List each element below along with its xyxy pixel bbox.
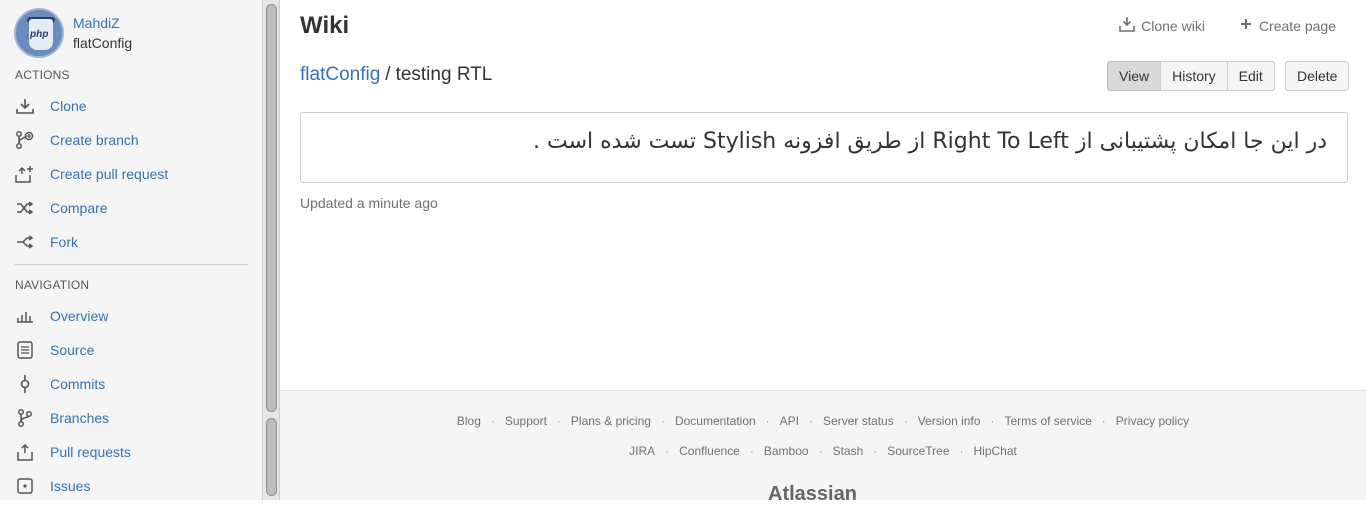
create-page-button[interactable]: Create page [1239, 16, 1336, 35]
footer-link-documentation[interactable]: Documentation [675, 414, 756, 428]
repo-avatar[interactable]: php [14, 8, 64, 58]
footer-link-support[interactable]: Support [505, 414, 547, 428]
action-compare[interactable]: Compare [14, 191, 168, 225]
page-title: Wiki [300, 12, 350, 39]
breadcrumb: flatConfig / testing RTL [300, 64, 492, 86]
nav-label: Commits [50, 376, 106, 392]
delete-button[interactable]: Delete [1285, 61, 1350, 91]
nav-label: Issues [50, 478, 91, 494]
footer-link-sourcetree[interactable]: SourceTree [887, 444, 949, 458]
action-clone[interactable]: Clone [14, 89, 168, 123]
breadcrumb-current: testing RTL [395, 64, 493, 85]
action-label: Clone [50, 98, 87, 114]
action-label: Fork [50, 234, 78, 250]
actions-title: ACTIONS [15, 68, 70, 82]
action-fork[interactable]: Fork [14, 225, 168, 259]
action-label: Create pull request [50, 166, 169, 182]
download-icon [14, 96, 36, 116]
edit-button[interactable]: Edit [1226, 61, 1275, 91]
nav-branches[interactable]: Branches [14, 401, 131, 435]
action-create-pull-request[interactable]: Create pull request [14, 157, 168, 191]
commits-icon [14, 374, 36, 394]
scrollbar-thumb-lower[interactable] [266, 418, 277, 496]
sidebar-divider [15, 264, 248, 265]
main-content: Wiki Clone wiki Create page flatConfig / t… [280, 0, 1366, 505]
footer-link-blog[interactable]: Blog [457, 414, 481, 428]
navigation-title: NAVIGATION [15, 278, 90, 292]
navigation-list: Overview Source Commits Branches Pull re… [14, 299, 131, 503]
sidebar-scrollbar[interactable] [262, 0, 280, 500]
footer-link-privacy[interactable]: Privacy policy [1116, 414, 1189, 428]
fork-icon [14, 232, 36, 252]
footer: Blog · Support · Plans & pricing · Document… [280, 390, 1366, 505]
footer-link-terms[interactable]: Terms of service [1004, 414, 1091, 428]
footer-link-confluence[interactable]: Confluence [679, 444, 740, 458]
action-label: Compare [50, 200, 108, 216]
footer-link-hipchat[interactable]: HipChat [974, 444, 1017, 458]
nav-label: Pull requests [50, 444, 131, 460]
clone-wiki-button[interactable]: Clone wiki [1119, 16, 1205, 35]
atlassian-logo[interactable]: Atlassian [768, 483, 857, 506]
create-pull-request-icon [14, 164, 36, 184]
source-icon [14, 340, 36, 360]
sidebar: php MahdiZ flatConfig ACTIONS Clone Crea… [0, 0, 262, 500]
issues-icon [14, 476, 36, 496]
actions-list: Clone Create branch Create pull request … [14, 89, 168, 259]
repo-header: php MahdiZ flatConfig [14, 8, 132, 58]
pull-requests-icon [14, 442, 36, 462]
footer-link-jira[interactable]: JIRA [629, 444, 655, 458]
wiki-content-box: در این جا امکان پشتیبانی از Right To Lef… [300, 112, 1348, 183]
footer-link-server-status[interactable]: Server status [823, 414, 894, 428]
footer-links-row2: JIRA · Confluence · Bamboo · Stash · SourceT… [629, 444, 1017, 458]
breadcrumb-repo-link[interactable]: flatConfig [300, 64, 380, 85]
scrollbar-thumb[interactable] [266, 4, 277, 412]
view-mode-group: View History Edit [1107, 61, 1275, 91]
create-branch-icon [14, 130, 36, 150]
footer-links-row1: Blog · Support · Plans & pricing · Document… [456, 414, 1190, 428]
nav-source[interactable]: Source [14, 333, 131, 367]
compare-icon [14, 198, 36, 218]
footer-link-version-info[interactable]: Version info [918, 414, 981, 428]
create-page-label: Create page [1258, 17, 1336, 34]
nav-issues[interactable]: Issues [14, 469, 131, 503]
nav-label: Branches [50, 410, 110, 426]
nav-label: Source [50, 342, 95, 358]
breadcrumb-separator: / [385, 64, 391, 85]
action-label: Create branch [50, 132, 139, 148]
plus-icon [1239, 17, 1253, 34]
nav-pull-requests[interactable]: Pull requests [14, 435, 131, 469]
download-icon [1119, 16, 1135, 35]
top-actions: Clone wiki Create page [1119, 16, 1336, 35]
atlassian-logo-text: Atlassian [768, 483, 857, 505]
clone-wiki-label: Clone wiki [1141, 17, 1205, 34]
footer-link-api[interactable]: API [780, 414, 799, 428]
footer-link-bamboo[interactable]: Bamboo [764, 444, 809, 458]
view-button[interactable]: View [1107, 61, 1162, 91]
footer-link-stash[interactable]: Stash [833, 444, 864, 458]
nav-overview[interactable]: Overview [14, 299, 131, 333]
nav-label: Overview [50, 308, 109, 324]
action-create-branch[interactable]: Create branch [14, 123, 168, 157]
history-button[interactable]: History [1160, 61, 1228, 91]
footer-link-plans[interactable]: Plans & pricing [571, 414, 651, 428]
branches-icon [14, 408, 36, 428]
repo-name: flatConfig [73, 35, 133, 51]
nav-commits[interactable]: Commits [14, 367, 131, 401]
repo-owner-link[interactable]: MahdiZ [73, 13, 132, 33]
updated-timestamp: Updated a minute ago [300, 195, 438, 211]
overview-icon [14, 306, 36, 326]
wiki-content-text: در این جا امکان پشتیبانی از Right To Lef… [533, 129, 1327, 154]
